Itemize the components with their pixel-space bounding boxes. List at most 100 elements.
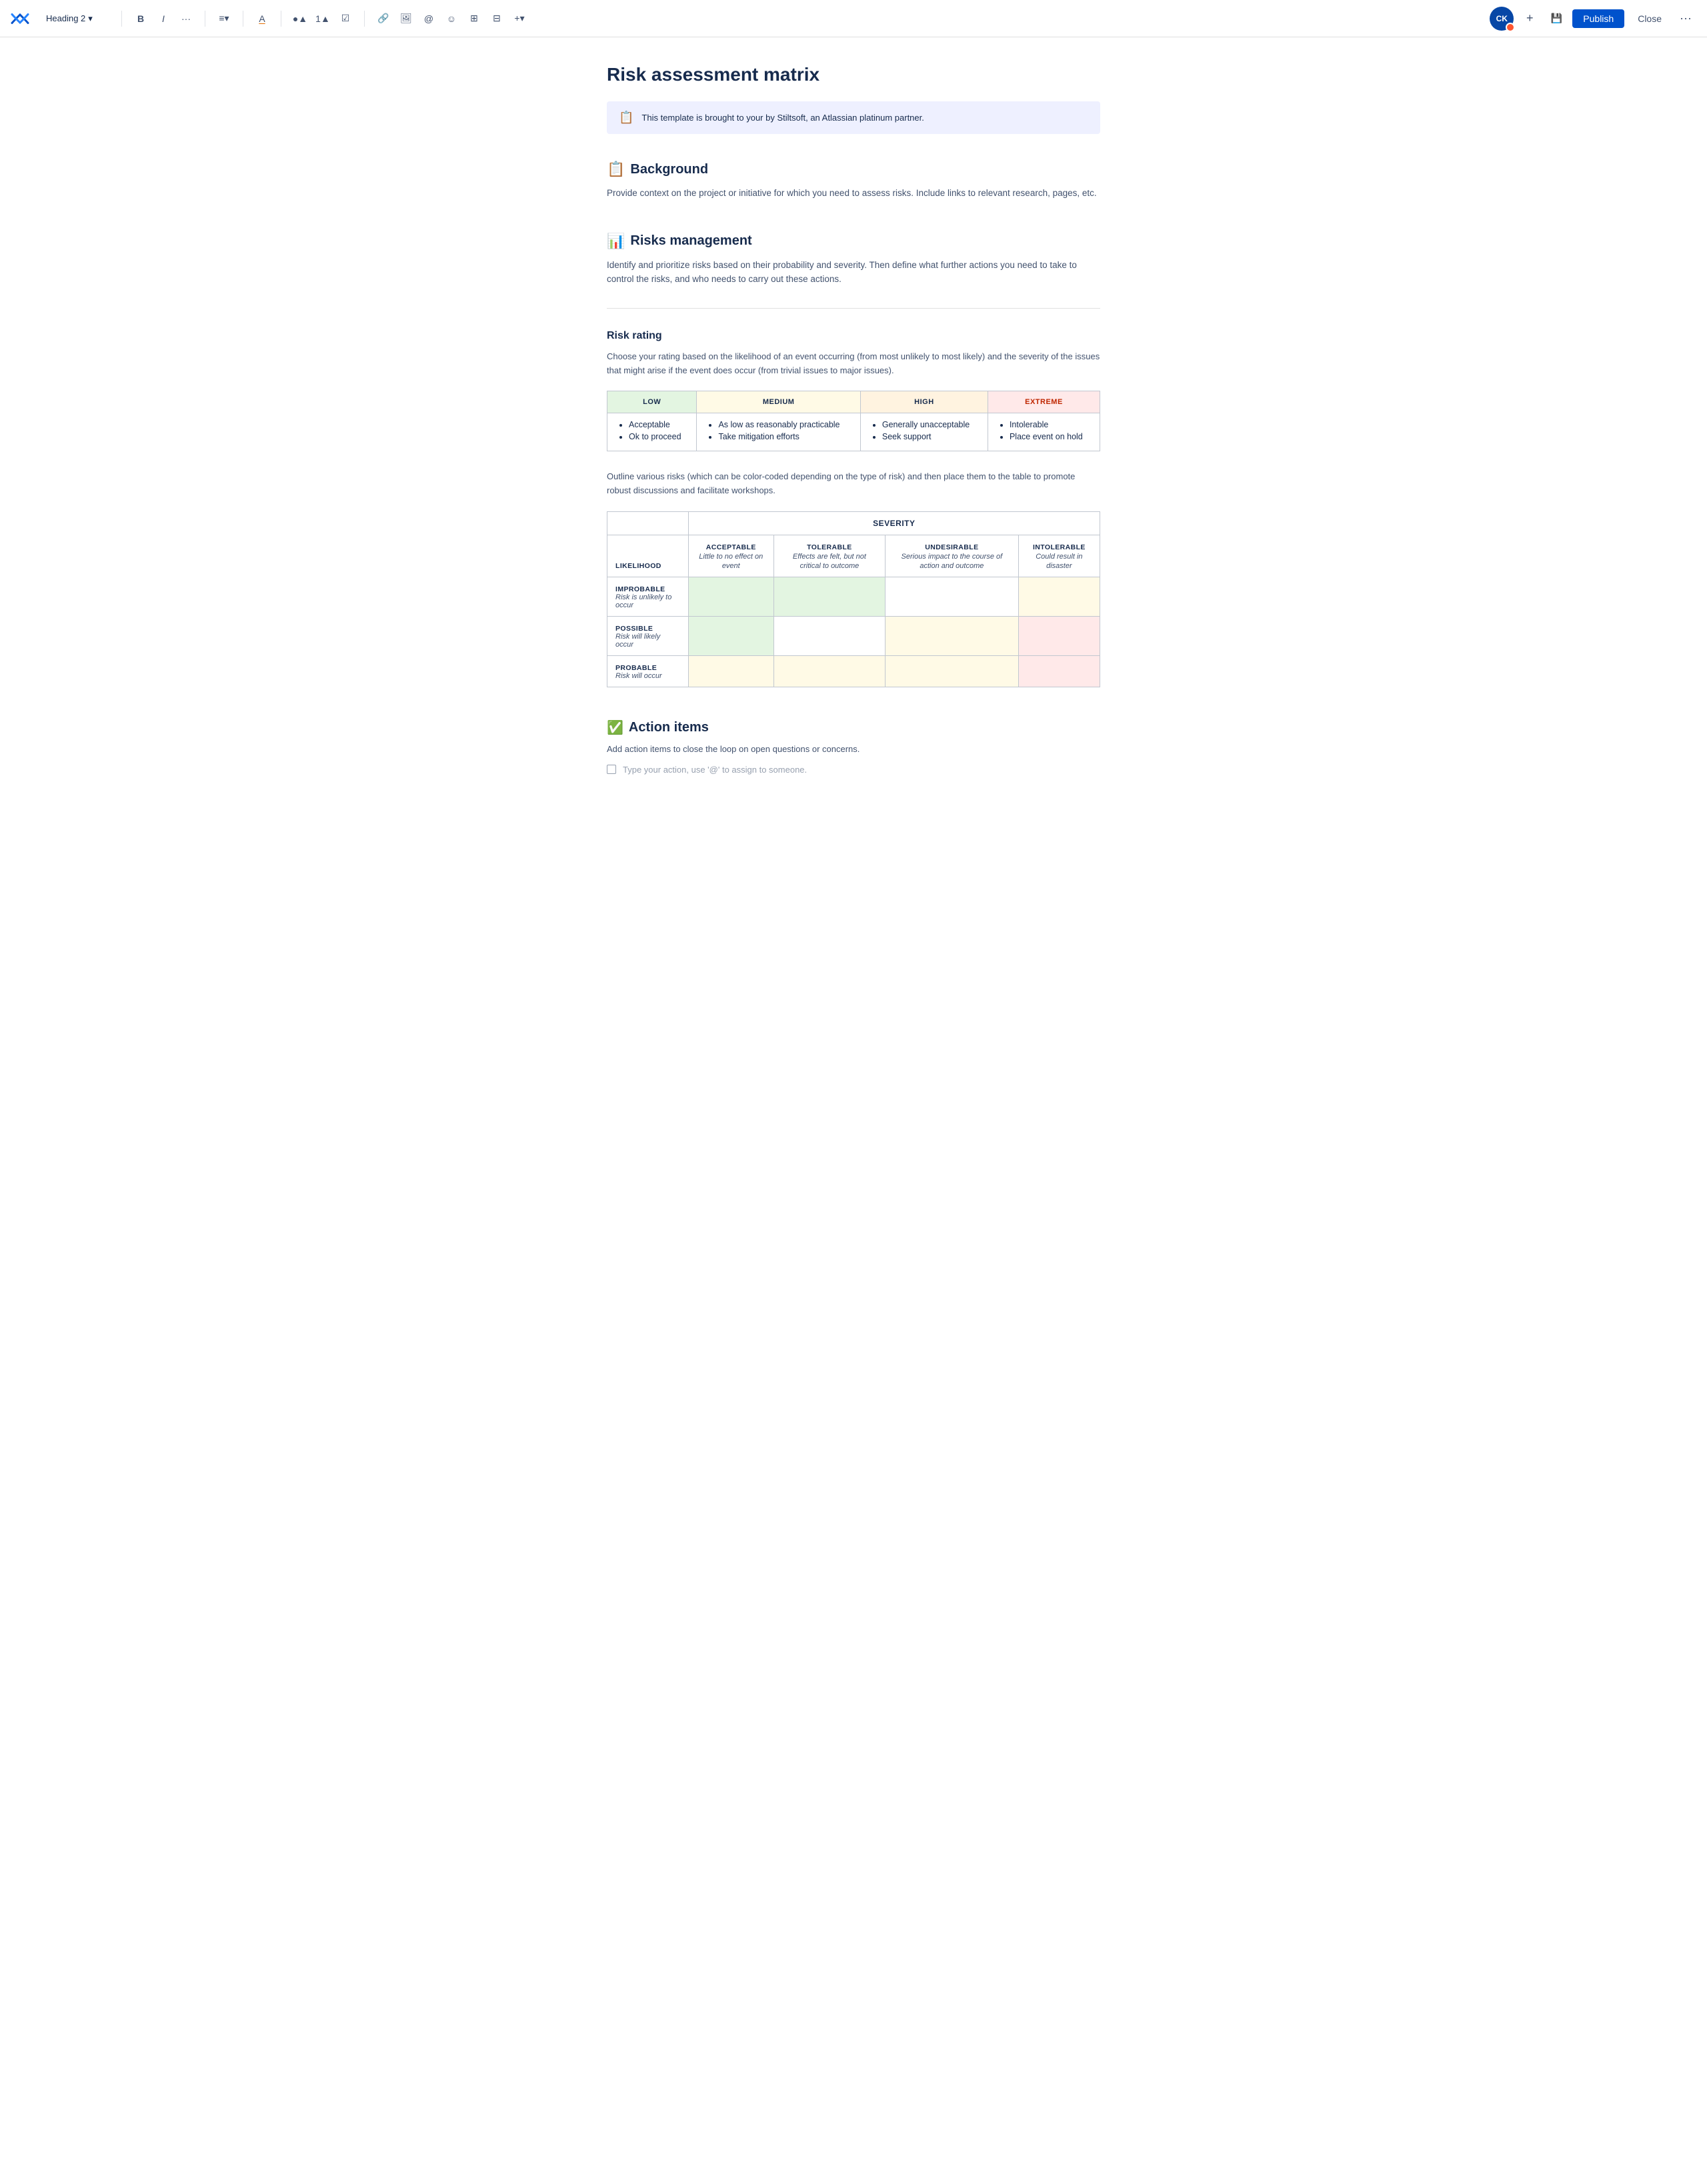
chevron-down-icon: ▾ xyxy=(88,13,93,24)
list-group: ●▲ 1▲ ☑ xyxy=(289,8,356,29)
cell-improbable-intolerable xyxy=(1018,577,1100,616)
background-section: 📋 Background Provide context on the proj… xyxy=(607,161,1100,201)
more-format-button[interactable]: ··· xyxy=(175,8,197,29)
row-sub-probable: Risk will occur xyxy=(615,672,680,680)
risk-rating: Risk rating Choose your rating based on … xyxy=(607,330,1100,687)
checkbox-icon: ☑ xyxy=(341,13,350,24)
bullet-list-button[interactable]: ●▲ xyxy=(289,8,311,29)
severity-header: SEVERITY xyxy=(688,511,1100,535)
columns-icon: ⊟ xyxy=(493,13,501,24)
risk-rating-desc: Choose your rating based on the likeliho… xyxy=(607,350,1100,378)
action-items-desc: Add action items to close the loop on op… xyxy=(607,744,1100,754)
avatar-initials: CK xyxy=(1496,14,1508,23)
risks-section: 📊 Risks management Identify and prioriti… xyxy=(607,233,1100,687)
link-button[interactable]: 🔗 xyxy=(373,8,394,29)
th-high: HIGH xyxy=(860,391,988,413)
columns-button[interactable]: ⊟ xyxy=(486,8,507,29)
action-items-heading: ✅ Action items xyxy=(607,719,1100,736)
insert-more-icon: +▾ xyxy=(514,13,524,24)
more-actions-button[interactable]: ··· xyxy=(1675,8,1696,29)
row-possible: POSSIBLE Risk will likely occur xyxy=(607,616,1100,655)
info-box-text: This template is brought to your by Stil… xyxy=(641,113,924,123)
cell-probable-intolerable xyxy=(1018,655,1100,687)
close-button[interactable]: Close xyxy=(1630,9,1670,28)
list-item: Take mitigation efforts xyxy=(718,432,850,441)
toolbar: Heading 2 ▾ B I ··· ≡▾ A ●▲ 1▲ ☑ 🔗 xyxy=(0,0,1707,37)
list-item: Acceptable xyxy=(629,420,687,429)
action-items-heading-text: Action items xyxy=(629,720,709,735)
add-collaborator-button[interactable]: + xyxy=(1519,8,1540,29)
insert-more-button[interactable]: +▾ xyxy=(509,8,530,29)
avatar-button[interactable]: CK xyxy=(1490,7,1514,31)
list-item: Generally unacceptable xyxy=(882,420,978,429)
background-body[interactable]: Provide context on the project or initia… xyxy=(607,186,1100,201)
likelihood-corner: LIKELIHOOD xyxy=(607,535,689,577)
action-placeholder[interactable]: Type your action, use '@' to assign to s… xyxy=(623,765,807,775)
cell-improbable-tolerable xyxy=(773,577,885,616)
row-sub-possible: Risk will likely occur xyxy=(615,633,680,649)
risks-body[interactable]: Identify and prioritize risks based on t… xyxy=(607,258,1100,287)
cell-probable-acceptable xyxy=(688,655,773,687)
cell-improbable-undesirable xyxy=(885,577,1018,616)
rating-cell-high: Generally unacceptable Seek support xyxy=(860,413,988,451)
col-sub-undesirable: Serious impact to the course of action a… xyxy=(902,553,1003,570)
color-button[interactable]: A xyxy=(251,8,273,29)
action-checkbox-row: Type your action, use '@' to assign to s… xyxy=(607,765,1100,775)
background-heading: 📋 Background xyxy=(607,161,1100,178)
mention-icon: @ xyxy=(424,13,433,24)
outline-text: Outline various risks (which can be colo… xyxy=(607,470,1100,498)
row-probable: PROBABLE Risk will occur xyxy=(607,655,1100,687)
th-extreme: EXTREME xyxy=(988,391,1100,413)
th-medium: MEDIUM xyxy=(697,391,860,413)
cell-possible-acceptable xyxy=(688,616,773,655)
col-header-intolerable: INTOLERABLE xyxy=(1033,543,1086,551)
action-checkbox[interactable] xyxy=(607,765,616,774)
italic-button[interactable]: I xyxy=(153,8,174,29)
cell-possible-undesirable xyxy=(885,616,1018,655)
numbered-list-button[interactable]: 1▲ xyxy=(312,8,333,29)
image-icon: 🖼 xyxy=(400,13,412,24)
save-icon-button[interactable]: 💾 xyxy=(1546,8,1567,29)
col-sub-tolerable: Effects are felt, but not critical to ou… xyxy=(793,553,866,570)
align-icon: ≡▾ xyxy=(219,13,229,24)
row-header-probable: PROBABLE Risk will occur xyxy=(607,655,689,687)
plus-icon: + xyxy=(1526,11,1534,25)
avatar-badge xyxy=(1506,23,1515,32)
insert-group: 🔗 🖼 @ ☺ ⊞ ⊟ +▾ xyxy=(373,8,530,29)
rating-row: Acceptable Ok to proceed As low as reaso… xyxy=(607,413,1100,451)
row-header-improbable: IMPROBABLE Risk is unlikely to occur xyxy=(607,577,689,616)
mention-button[interactable]: @ xyxy=(418,8,439,29)
emoji-button[interactable]: ☺ xyxy=(441,8,462,29)
rating-cell-extreme: Intolerable Place event on hold xyxy=(988,413,1100,451)
align-button[interactable]: ≡▾ xyxy=(213,8,235,29)
table-button[interactable]: ⊞ xyxy=(463,8,485,29)
risks-heading-text: Risks management xyxy=(630,233,751,249)
bold-button[interactable]: B xyxy=(130,8,151,29)
row-label-improbable: IMPROBABLE xyxy=(615,585,665,593)
divider-1 xyxy=(607,308,1100,309)
col-intolerable: INTOLERABLE Could result in disaster xyxy=(1018,535,1100,577)
background-heading-text: Background xyxy=(630,162,708,177)
col-sub-acceptable: Little to no effect on event xyxy=(699,553,763,570)
cell-possible-tolerable xyxy=(773,616,885,655)
corner-cell xyxy=(607,511,689,535)
action-items-emoji: ✅ xyxy=(607,719,623,736)
col-header-tolerable: TOLERABLE xyxy=(807,543,852,551)
list-item: Intolerable xyxy=(1010,420,1090,429)
info-box: 📋 This template is brought to your by St… xyxy=(607,101,1100,134)
row-sub-improbable: Risk is unlikely to occur xyxy=(615,593,680,609)
info-box-icon: 📋 xyxy=(619,111,633,125)
col-undesirable: UNDESIRABLE Serious impact to the course… xyxy=(885,535,1018,577)
checkbox-button[interactable]: ☑ xyxy=(335,8,356,29)
heading-label: Heading 2 xyxy=(46,13,85,23)
heading-selector[interactable]: Heading 2 ▾ xyxy=(40,10,113,27)
image-button[interactable]: 🖼 xyxy=(395,8,417,29)
rating-cell-medium: As low as reasonably practicable Take mi… xyxy=(697,413,860,451)
page-title[interactable]: Risk assessment matrix xyxy=(607,64,1100,85)
publish-button[interactable]: Publish xyxy=(1572,9,1624,28)
risks-emoji: 📊 xyxy=(607,233,625,250)
row-label-possible: POSSIBLE xyxy=(615,625,653,633)
background-emoji: 📋 xyxy=(607,161,625,178)
cell-possible-intolerable xyxy=(1018,616,1100,655)
col-acceptable: ACCEPTABLE Little to no effect on event xyxy=(688,535,773,577)
